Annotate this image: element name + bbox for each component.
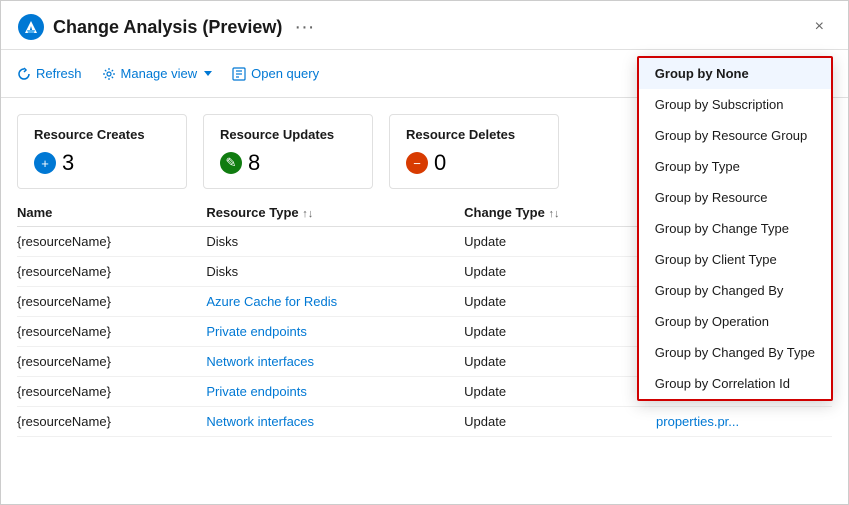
cell-name: {resourceName}: [17, 227, 206, 257]
title-bar: Change Analysis (Preview) ··· ×: [1, 1, 848, 50]
cell-changes[interactable]: properties.pr...: [656, 407, 832, 437]
table-row: {resourceName}Network interfacesUpdatepr…: [17, 407, 832, 437]
dropdown-item[interactable]: Group by Correlation Id: [639, 368, 831, 399]
more-options-button[interactable]: ···: [290, 16, 318, 39]
cell-change-type: Update: [464, 317, 656, 347]
manage-view-label: Manage view: [121, 66, 198, 81]
refresh-icon: [17, 67, 31, 81]
cell-change-type: Update: [464, 257, 656, 287]
creates-icon: +: [34, 152, 56, 174]
refresh-label: Refresh: [36, 66, 82, 81]
cell-name: {resourceName}: [17, 287, 206, 317]
col-name: Name: [17, 199, 206, 227]
resource-type-sort-icon: ↑↓: [302, 208, 313, 220]
toolbar-left: Refresh Manage view Open query: [17, 66, 319, 81]
deletes-count: 0: [434, 150, 446, 176]
deletes-value: − 0: [406, 150, 542, 176]
cell-resource-type[interactable]: Azure Cache for Redis: [206, 287, 464, 317]
resource-updates-card: Resource Updates ✎ 8: [203, 114, 373, 189]
main-window: Change Analysis (Preview) ··· × Refresh …: [0, 0, 849, 505]
cell-resource-type[interactable]: Private endpoints: [206, 317, 464, 347]
close-button[interactable]: ×: [807, 14, 832, 40]
creates-value: + 3: [34, 150, 170, 176]
gear-icon: [102, 67, 116, 81]
manage-view-chevron: [204, 71, 212, 76]
col-resource-type[interactable]: Resource Type ↑↓: [206, 199, 464, 227]
cell-change-type: Update: [464, 347, 656, 377]
cell-change-type: Update: [464, 377, 656, 407]
refresh-button[interactable]: Refresh: [17, 66, 82, 81]
dropdown-item[interactable]: Group by Client Type: [639, 244, 831, 275]
azure-icon: [17, 13, 45, 41]
dropdown-item[interactable]: Group by Resource Group: [639, 120, 831, 151]
cell-name: {resourceName}: [17, 257, 206, 287]
dropdown-item[interactable]: Group by Change Type: [639, 213, 831, 244]
query-icon: [232, 67, 246, 81]
dropdown-item[interactable]: Group by None: [639, 58, 831, 89]
cell-resource-type[interactable]: Network interfaces: [206, 347, 464, 377]
resource-creates-card: Resource Creates + 3: [17, 114, 187, 189]
dropdown-item[interactable]: Group by Operation: [639, 306, 831, 337]
window-title: Change Analysis (Preview): [53, 17, 282, 38]
updates-count: 8: [248, 150, 260, 176]
dropdown-item[interactable]: Group by Subscription: [639, 89, 831, 120]
deletes-icon: −: [406, 152, 428, 174]
cell-change-type: Update: [464, 407, 656, 437]
cell-resource-type[interactable]: Network interfaces: [206, 407, 464, 437]
cell-name: {resourceName}: [17, 347, 206, 377]
manage-view-button[interactable]: Manage view: [102, 66, 213, 81]
group-by-dropdown: Group by NoneGroup by SubscriptionGroup …: [637, 56, 833, 401]
open-query-label: Open query: [251, 66, 319, 81]
updates-icon: ✎: [220, 152, 242, 174]
deletes-title: Resource Deletes: [406, 127, 542, 142]
cell-resource-type: Disks: [206, 257, 464, 287]
dropdown-item[interactable]: Group by Changed By: [639, 275, 831, 306]
dropdown-item[interactable]: Group by Changed By Type: [639, 337, 831, 368]
change-type-sort-icon: ↑↓: [548, 208, 559, 220]
col-change-type[interactable]: Change Type ↑↓: [464, 199, 656, 227]
updates-value: ✎ 8: [220, 150, 356, 176]
cell-name: {resourceName}: [17, 317, 206, 347]
updates-title: Resource Updates: [220, 127, 356, 142]
cell-resource-type: Disks: [206, 227, 464, 257]
resource-deletes-card: Resource Deletes − 0: [389, 114, 559, 189]
open-query-button[interactable]: Open query: [232, 66, 319, 81]
cell-change-type: Update: [464, 227, 656, 257]
cell-name: {resourceName}: [17, 407, 206, 437]
creates-title: Resource Creates: [34, 127, 170, 142]
creates-count: 3: [62, 150, 74, 176]
cell-resource-type[interactable]: Private endpoints: [206, 377, 464, 407]
title-left: Change Analysis (Preview) ···: [17, 13, 318, 41]
dropdown-item[interactable]: Group by Type: [639, 151, 831, 182]
dropdown-item[interactable]: Group by Resource: [639, 182, 831, 213]
cell-change-type: Update: [464, 287, 656, 317]
cell-name: {resourceName}: [17, 377, 206, 407]
